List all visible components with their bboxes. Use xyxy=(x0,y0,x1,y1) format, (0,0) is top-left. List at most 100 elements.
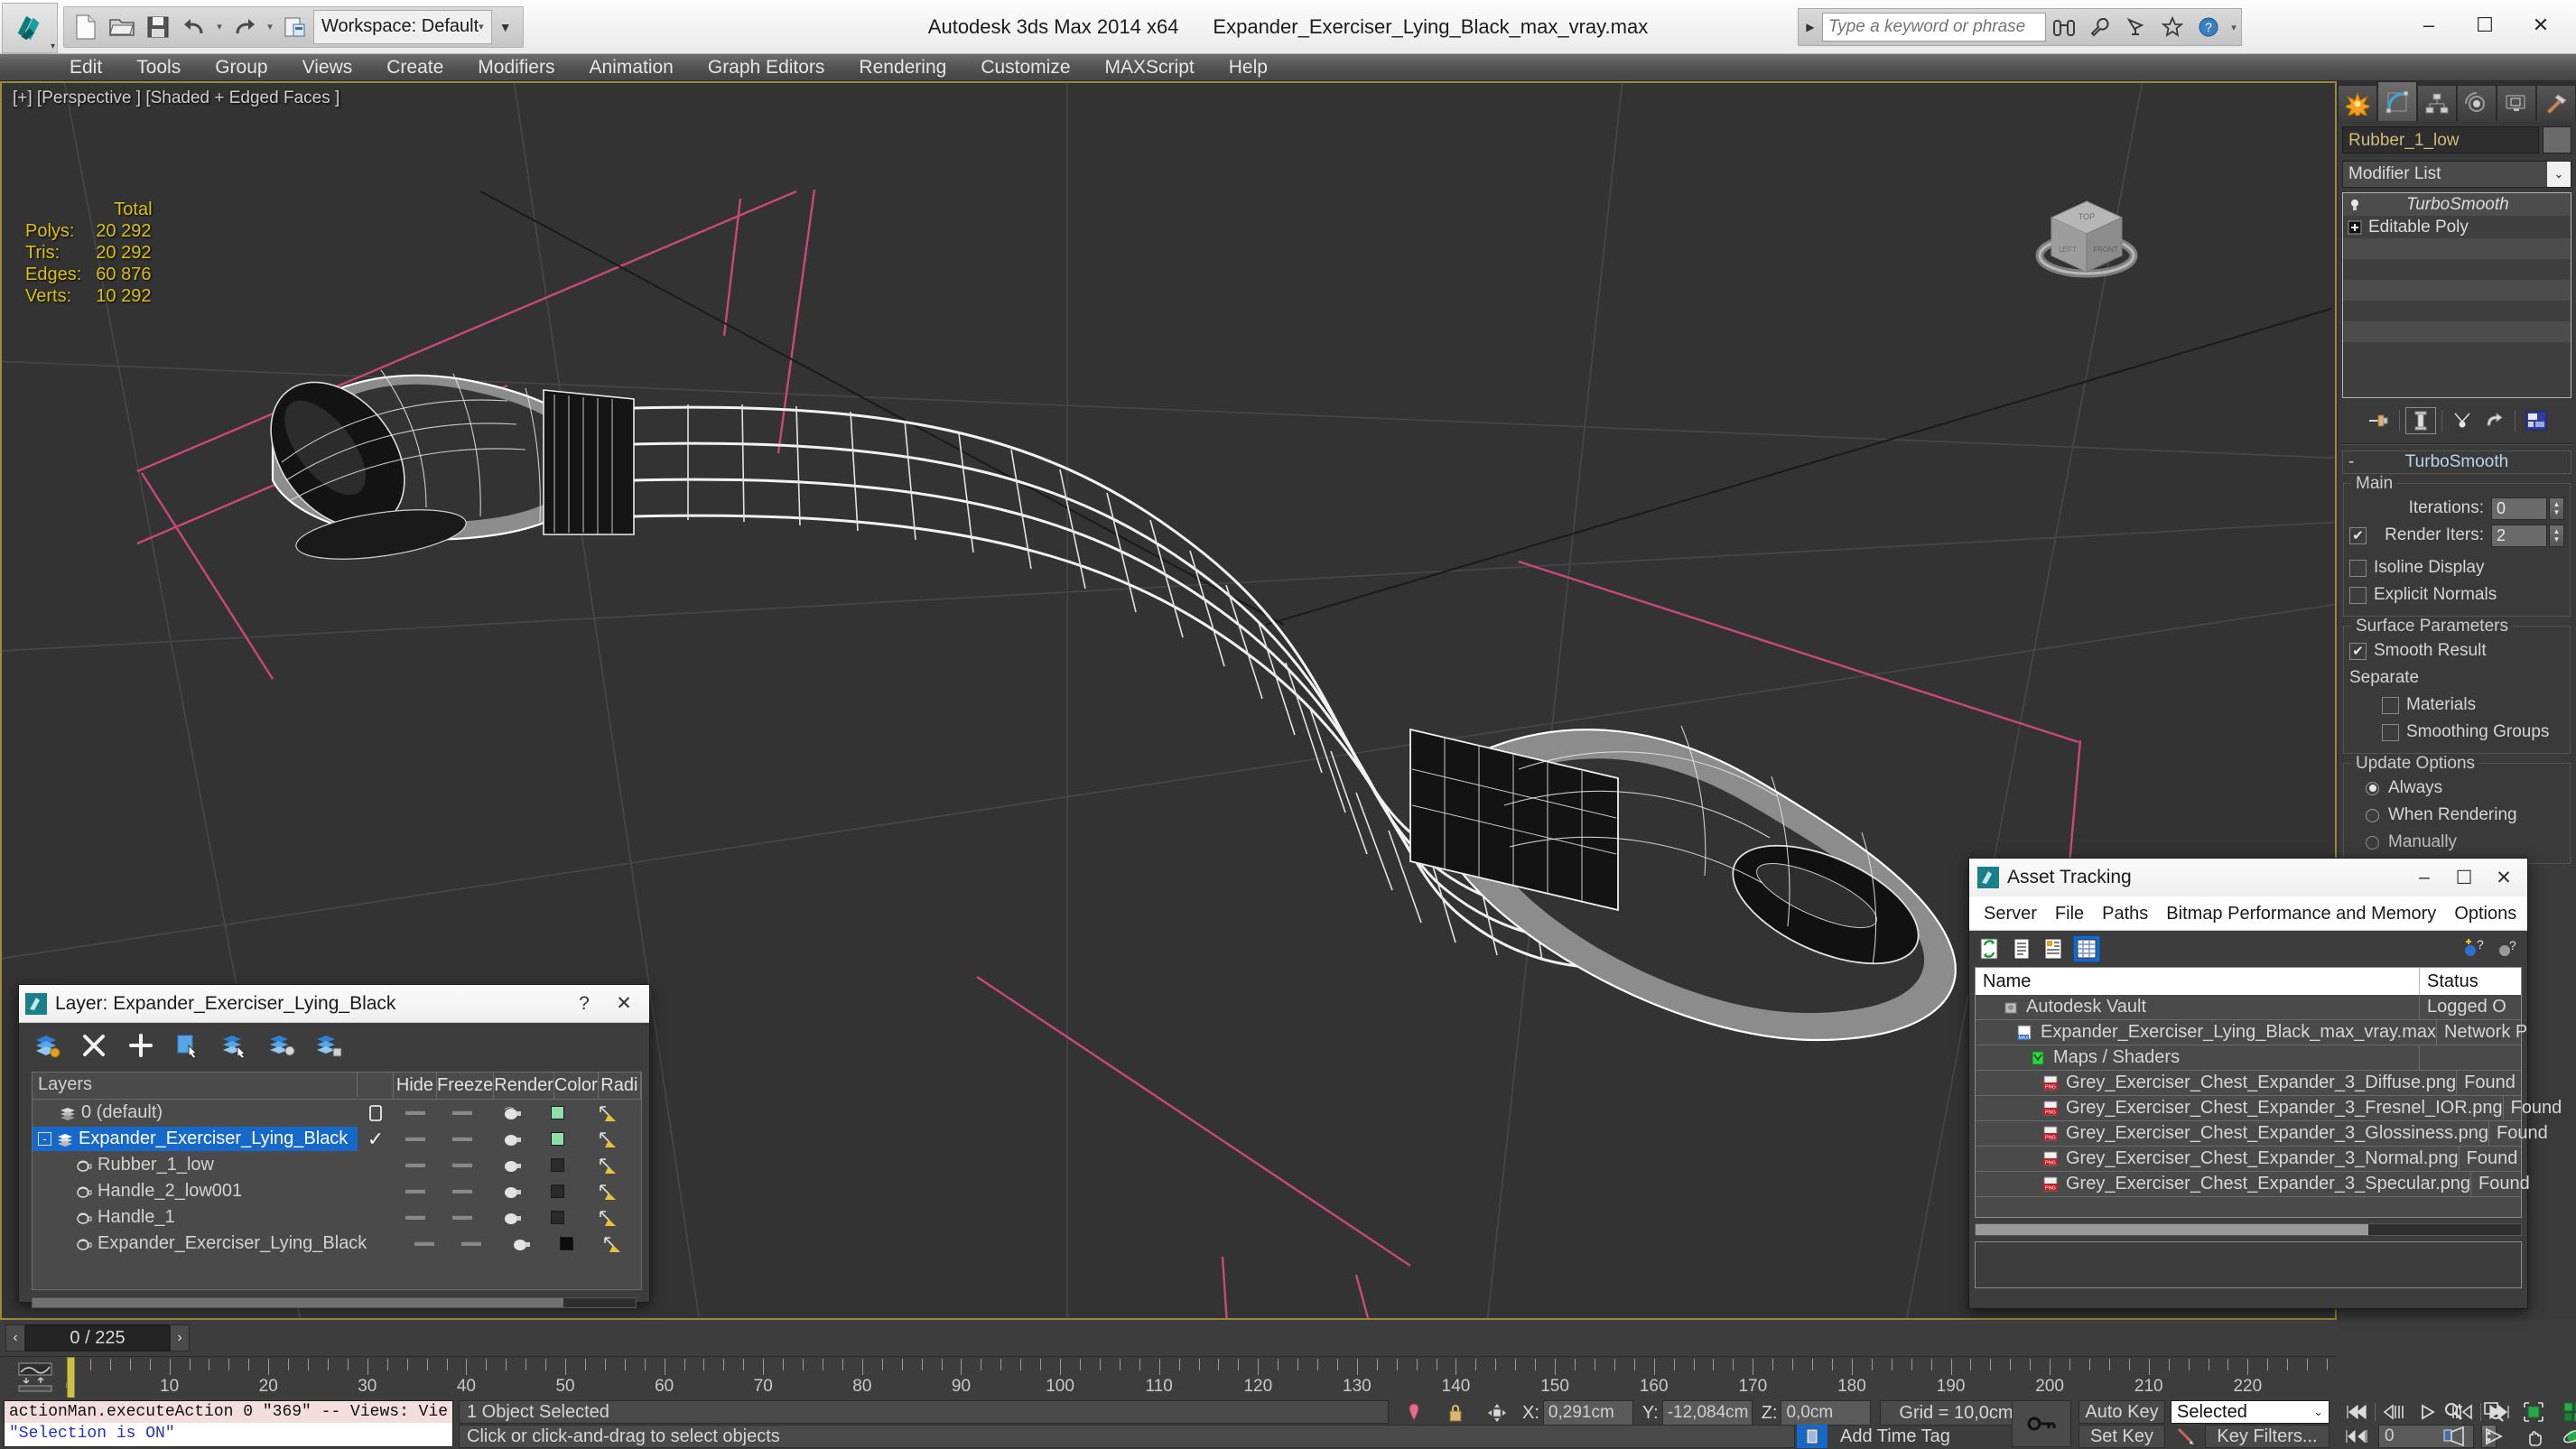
pin-stack-icon[interactable] xyxy=(2363,407,2394,434)
open-file-icon[interactable] xyxy=(104,9,140,45)
time-slider-playhead[interactable] xyxy=(67,1357,75,1398)
create-tab-icon[interactable] xyxy=(2338,85,2377,121)
layer-hide-toggle[interactable] xyxy=(394,1215,437,1220)
close-button[interactable]: ✕ xyxy=(2513,4,2569,47)
table-row[interactable]: PNG Grey_Exerciser_Chest_Expander_3_Glos… xyxy=(1976,1121,2548,1147)
table-row[interactable]: Handle_2_low001 xyxy=(33,1178,641,1204)
coord-x-field[interactable]: 0,291cm xyxy=(1542,1400,1633,1426)
update-when-rendering-radio[interactable] xyxy=(2366,808,2379,822)
asset-table[interactable]: Name Status Autodesk Vault Logged O MAX … xyxy=(1975,967,2562,1218)
render-iters-field[interactable]: 2 xyxy=(2491,524,2547,547)
search-input[interactable] xyxy=(1822,13,2046,42)
help-icon[interactable]: ? xyxy=(2495,936,2520,961)
binoculars-icon[interactable] xyxy=(2046,9,2082,45)
new-layer-icon[interactable] xyxy=(32,1030,62,1061)
layer-freeze-toggle[interactable] xyxy=(437,1163,487,1167)
layer-freeze-toggle[interactable] xyxy=(437,1189,487,1194)
table-row[interactable]: Rubber_1_low xyxy=(33,1152,641,1178)
make-unique-icon[interactable] xyxy=(2448,407,2478,434)
walkthrough-icon[interactable] xyxy=(2478,1425,2510,1448)
layer-list-hscrollbar[interactable] xyxy=(32,1297,637,1308)
highlight-selected-icon[interactable] xyxy=(219,1030,250,1061)
grid-view-icon[interactable] xyxy=(2073,935,2100,962)
menu-modifiers[interactable]: Modifiers xyxy=(460,54,572,81)
application-menu-button[interactable]: ▾ xyxy=(2,2,58,53)
table-row[interactable]: 0 (default) xyxy=(33,1100,641,1126)
object-name-field[interactable]: Rubber_1_low xyxy=(2342,126,2539,153)
frame-ruler[interactable]: 0102030405060708090100110120130140150160… xyxy=(66,1357,2337,1398)
maximize-button[interactable]: ☐ xyxy=(2457,4,2513,47)
iterations-field[interactable]: 0 xyxy=(2491,497,2547,520)
asset-menu-file[interactable]: File xyxy=(2046,898,2093,929)
prev-frame-arrow[interactable]: ‹ xyxy=(5,1324,25,1351)
show-end-result-icon[interactable] xyxy=(2404,407,2436,434)
help-dropdown-icon[interactable]: ▾ xyxy=(2227,9,2241,45)
asset-close-button[interactable]: ✕ xyxy=(2484,859,2524,896)
coord-z-field[interactable]: 0,0cm xyxy=(1781,1400,1872,1426)
layer-hide-toggle[interactable] xyxy=(394,1110,437,1115)
table-row[interactable]: MAX Expander_Exerciser_Lying_Black_max_v… xyxy=(1976,1020,2527,1045)
layer-color-swatch[interactable] xyxy=(548,1237,584,1250)
expand-collapse-icon[interactable]: - xyxy=(38,1132,51,1146)
layer-freeze-toggle[interactable] xyxy=(446,1241,496,1246)
layer-hide-toggle[interactable] xyxy=(394,1189,437,1194)
zoom-extents-all-icon[interactable] xyxy=(2557,1400,2576,1424)
layer-freeze-toggle[interactable] xyxy=(437,1110,487,1115)
table-row[interactable]: Handle_1 xyxy=(33,1204,641,1231)
key-tangent-icon[interactable] xyxy=(2171,1425,2201,1448)
update-manually-row[interactable]: Manually xyxy=(2349,829,2564,856)
field-of-view-icon[interactable] xyxy=(2438,1425,2470,1448)
plus-box-icon[interactable] xyxy=(2347,219,2363,236)
pin-icon[interactable] xyxy=(1398,1401,1430,1425)
asset-menu-server[interactable]: Server xyxy=(1975,898,2046,929)
add-time-tag-label[interactable]: Add Time Tag xyxy=(1833,1425,2004,1448)
layer-radiosity[interactable] xyxy=(575,1130,641,1148)
zoom-extents-icon[interactable] xyxy=(2517,1400,2550,1424)
layer-render-toggle[interactable] xyxy=(487,1158,539,1173)
asset-maximize-button[interactable]: ☐ xyxy=(2444,859,2484,896)
layer-color-swatch[interactable] xyxy=(539,1158,575,1172)
pan-icon[interactable] xyxy=(2517,1425,2550,1448)
layer-list[interactable]: Layers Hide Freeze Render Color Radi 0 (… xyxy=(32,1072,642,1290)
update-when-rendering-row[interactable]: When Rendering xyxy=(2349,802,2564,829)
layer-render-toggle[interactable] xyxy=(487,1106,539,1120)
open-mini-curve-editor-icon[interactable] xyxy=(4,1361,67,1395)
table-row[interactable]: PNG Grey_Exerciser_Chest_Expander_3_Norm… xyxy=(1976,1147,2521,1172)
project-folder-icon[interactable] xyxy=(277,9,313,45)
star-icon[interactable] xyxy=(2154,9,2190,45)
help-icon[interactable]: ? xyxy=(2190,9,2227,45)
layer-hide-toggle[interactable] xyxy=(394,1137,437,1141)
select-objects-icon[interactable] xyxy=(172,1030,203,1061)
menu-customize[interactable]: Customize xyxy=(963,54,1087,81)
key-filter-set-dropdown[interactable]: Selected ⌄ xyxy=(2171,1400,2330,1424)
layer-properties-icon[interactable] xyxy=(313,1030,344,1061)
refresh-icon[interactable] xyxy=(1976,936,2002,961)
select-highlighted-icon[interactable] xyxy=(266,1030,297,1061)
next-frame-arrow[interactable]: › xyxy=(170,1324,190,1351)
asset-table-hscrollbar[interactable] xyxy=(1975,1223,2522,1236)
layer-current-toggle[interactable]: ✓ xyxy=(358,1128,394,1151)
detail-view-icon[interactable] xyxy=(2041,936,2067,961)
update-manually-radio[interactable] xyxy=(2366,835,2379,850)
layer-render-toggle[interactable] xyxy=(487,1211,539,1225)
save-file-icon[interactable] xyxy=(140,9,176,45)
layer-render-toggle[interactable] xyxy=(487,1184,539,1199)
workspace-selector[interactable]: Workspace: Default ▾ xyxy=(313,9,492,44)
prev-frame-icon[interactable] xyxy=(2377,1400,2410,1424)
viewport-label[interactable]: [+] [Perspective ] [Shaded + Edged Faces… xyxy=(13,88,339,108)
delete-layer-icon[interactable] xyxy=(79,1030,109,1061)
layer-freeze-toggle[interactable] xyxy=(437,1215,487,1220)
menu-help[interactable]: Help xyxy=(1212,54,1285,81)
layer-radiosity[interactable] xyxy=(575,1209,641,1227)
list-view-icon[interactable] xyxy=(2009,936,2034,961)
asset-menu-bitmap[interactable]: Bitmap Performance and Memory xyxy=(2157,898,2445,929)
table-row[interactable]: Maps / Shaders xyxy=(1976,1045,2521,1071)
layer-radiosity[interactable] xyxy=(575,1104,641,1122)
auto-key-button[interactable]: Auto Key xyxy=(2078,1400,2165,1424)
object-color-swatch[interactable] xyxy=(2543,126,2571,153)
layer-color-swatch[interactable] xyxy=(539,1106,575,1119)
undo-dropdown-icon[interactable]: ▾ xyxy=(212,9,227,45)
layer-radiosity[interactable] xyxy=(575,1183,641,1201)
configure-sets-icon[interactable] xyxy=(2521,407,2552,434)
key-mode-icon[interactable] xyxy=(2340,1425,2373,1448)
